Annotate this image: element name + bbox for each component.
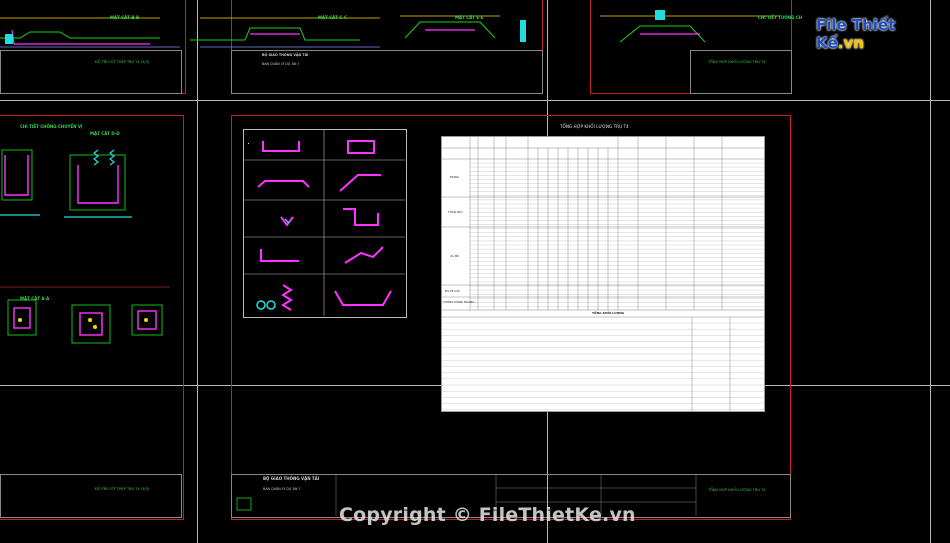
title-block-bottom-right-text: TỔNG HỢP KHỐI LƯỢNG TRỤ T4 [708,488,766,492]
logo-suffix: .vn [837,34,864,52]
table-group-0: MÓNG [450,175,459,179]
title-block-bottom-org2: BAN QUẢN LÝ DỰ ÁN 7 [263,487,301,491]
title-block-top-left-text: ĐỒ TRÍ CỐT THÉP TRỤ T4 (3/3) [95,60,150,64]
copyright-watermark: Copyright © FileThietKe.vn [339,504,636,526]
table-group-3: ĐÁ KÊ GỐI [445,289,460,293]
quantity-table-title: TỔNG HỢP KHỐI LƯỢNG TRỤ T4 [560,124,629,129]
title-block-top-center-org: BỘ GIAO THÔNG VẬN TẢI [262,53,309,57]
title-block-bottom-org: BỘ GIAO THÔNG VẬN TẢI [263,476,320,481]
title-block-top-left [0,50,182,94]
quantity-table: MÓNG THÂN TRỤ XÀ MŨ ĐÁ KÊ GỐI CHỐNG ĐỘNG… [441,136,765,412]
title-block-top-right [690,50,792,94]
top-label-4: CHI TIẾT TƯỜNG CH [758,15,803,20]
left-sheet-drawings [0,149,170,344]
table-group-1: THÂN TRỤ [448,210,463,214]
title-block-mid-left-text: ĐỒ TRÍ CỐT THÉP TRỤ T4 (3/3) [95,487,150,491]
top-label-3: MẶT CẮT E-E [455,15,484,20]
title-block-top-right-text: TỔNG HỢP KHỐI LƯỢNG TRỤ T4 [708,60,766,64]
top-label-2: MẶT CẮT C-C [318,15,347,20]
quantity-table-grid [442,137,764,411]
table-summary-header: TỔNG KHỐI LƯỢNG [592,311,625,315]
filethietke-logo: File Thiết Kế.vn [812,12,924,52]
title-block-top-center-org2: BAN QUẢN LÝ DỰ ÁN 7 [262,62,300,66]
top-label-1: MẶT CẮT B-B [110,15,140,20]
rebar-shapes [243,129,405,316]
table-group-4: CHỐNG ĐỘNG NGANG [443,300,475,304]
title-block-mid-left [0,474,182,518]
table-group-2: XÀ MŨ [450,254,460,258]
grid-line-h1 [0,100,950,101]
